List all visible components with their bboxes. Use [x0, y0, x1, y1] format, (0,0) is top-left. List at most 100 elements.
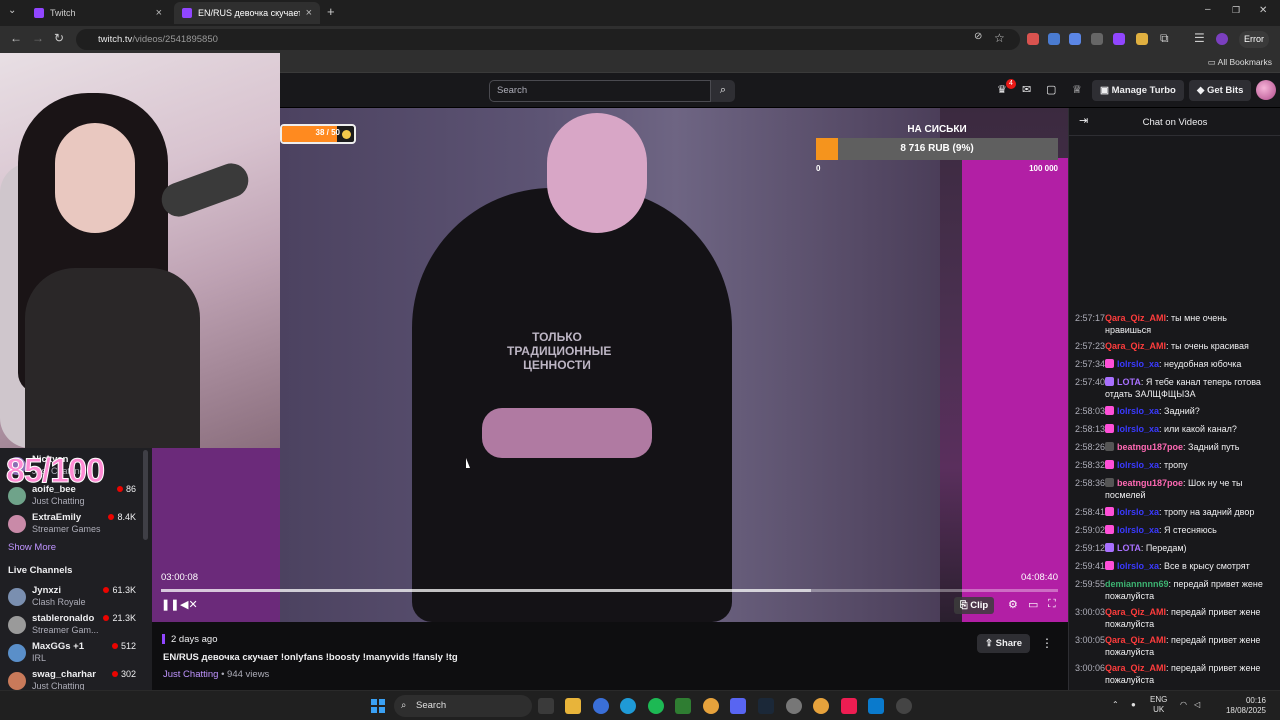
- chat-timestamp[interactable]: 2:57:17: [1075, 312, 1105, 324]
- reading-list-icon[interactable]: ☰: [1194, 31, 1205, 45]
- chat-username[interactable]: lolrslo_xa: [1117, 507, 1159, 517]
- pause-icon[interactable]: ❚❚: [161, 598, 179, 611]
- tracking-off-icon[interactable]: ⊘: [974, 31, 982, 42]
- whispers-icon[interactable]: ▢: [1046, 83, 1056, 96]
- chat-username[interactable]: Qara_Qiz_AMI: [1105, 313, 1166, 323]
- task-view-icon[interactable]: [538, 698, 554, 714]
- chrome-icon[interactable]: [813, 698, 829, 714]
- xbox-icon[interactable]: [675, 698, 691, 714]
- chat-timestamp[interactable]: 3:00:03: [1075, 606, 1105, 618]
- steam-icon[interactable]: [758, 698, 774, 714]
- chat-username[interactable]: lolrslo_xa: [1117, 359, 1159, 369]
- extension-icon[interactable]: [1069, 33, 1081, 45]
- chat-username[interactable]: Qara_Qiz_AMI: [1105, 635, 1166, 645]
- chat-username[interactable]: beatngu187poe: [1117, 478, 1183, 488]
- share-button[interactable]: ⇪ Share: [977, 634, 1031, 653]
- chat-username[interactable]: lolrslo_xa: [1117, 525, 1159, 535]
- chat-timestamp[interactable]: 2:58:36: [1075, 477, 1105, 489]
- user-avatar[interactable]: [1256, 80, 1276, 100]
- all-bookmarks-link[interactable]: ▭ All Bookmarks: [1208, 57, 1272, 68]
- tab-vod[interactable]: EN/RUS девочка скучает !onlyf ×: [174, 2, 320, 24]
- media-player-icon[interactable]: [896, 698, 912, 714]
- system-clock[interactable]: 00:16 18/08/2025: [1216, 696, 1266, 716]
- sidebar-channel-stableronaldo[interactable]: stableronaldo Streamer Gam... 21.3K: [8, 613, 148, 639]
- extension-icon[interactable]: [1027, 33, 1039, 45]
- chat-timestamp[interactable]: 2:57:40: [1075, 376, 1105, 388]
- reload-icon[interactable]: ↻: [54, 31, 64, 45]
- wifi-icon[interactable]: ◠: [1180, 700, 1187, 710]
- chat-username[interactable]: lolrslo_xa: [1117, 406, 1159, 416]
- microphone-tray-icon[interactable]: ●: [1131, 700, 1136, 710]
- close-window-button[interactable]: ✕: [1259, 5, 1267, 16]
- inbox-icon[interactable]: ✉: [1022, 83, 1031, 96]
- chat-timestamp[interactable]: 2:59:41: [1075, 560, 1105, 572]
- ccleaner-icon[interactable]: [593, 698, 609, 714]
- tab-twitch[interactable]: Twitch ×: [26, 2, 170, 24]
- seek-bar[interactable]: [161, 589, 1058, 592]
- tiktok-icon[interactable]: [841, 698, 857, 714]
- chat-username[interactable]: beatngu187poe: [1117, 442, 1183, 452]
- chat-username[interactable]: lolrslo_xa: [1117, 424, 1159, 434]
- chat-timestamp[interactable]: 2:59:12: [1075, 542, 1105, 554]
- extension-icon[interactable]: [1091, 33, 1103, 45]
- chat-username[interactable]: Qara_Qiz_AMI: [1105, 663, 1166, 673]
- fullscreen-icon[interactable]: ⛶: [1048, 598, 1056, 611]
- chat-timestamp[interactable]: 2:57:34: [1075, 358, 1105, 370]
- extension-icon[interactable]: [1136, 33, 1148, 45]
- sidebar-channel-jynxzi[interactable]: Jynxzi Clash Royale 61.3K: [8, 585, 148, 611]
- chat-timestamp[interactable]: 2:58:26: [1075, 441, 1105, 453]
- search-input[interactable]: Search: [489, 80, 711, 102]
- tab-close-icon[interactable]: ×: [306, 7, 312, 19]
- search-icon[interactable]: ⌕: [711, 80, 735, 102]
- chat-timestamp[interactable]: 2:59:02: [1075, 524, 1105, 536]
- volume-mute-icon[interactable]: ◀✕: [180, 598, 198, 611]
- chat-timestamp[interactable]: 3:00:05: [1075, 634, 1105, 646]
- chat-username[interactable]: lolrslo_xa: [1117, 561, 1159, 571]
- chat-timestamp[interactable]: 2:58:41: [1075, 506, 1105, 518]
- discord-icon[interactable]: [730, 698, 746, 714]
- chat-username[interactable]: Qara_Qiz_AMI: [1105, 607, 1166, 617]
- video-player[interactable]: ТОЛЬКО ТРАДИЦИОННЫЕ ЦЕННОСТИ 38 / 50 НА …: [152, 108, 1068, 622]
- chat-username[interactable]: LOTA: [1117, 543, 1141, 553]
- language-indicator[interactable]: ENG UK: [1150, 695, 1167, 715]
- url-bar[interactable]: twitch.tv/videos/2541895850: [76, 29, 1020, 50]
- clip-button[interactable]: ⎘ Clip: [954, 597, 995, 614]
- minimize-button[interactable]: –: [1205, 4, 1211, 15]
- extensions-puzzle-icon[interactable]: ⧉: [1160, 31, 1169, 46]
- extension-icon[interactable]: [1113, 33, 1125, 45]
- vscode-icon[interactable]: [868, 698, 884, 714]
- tab-search-chevron-icon[interactable]: ⌄: [8, 5, 16, 16]
- volume-icon[interactable]: ◁: [1194, 700, 1200, 710]
- settings-gear-icon[interactable]: ⚙: [1008, 598, 1018, 611]
- crown-icon[interactable]: ♕: [1072, 83, 1082, 96]
- manage-turbo-button[interactable]: ▣ Manage Turbo: [1092, 80, 1184, 101]
- windows-start-icon[interactable]: [371, 699, 385, 713]
- back-icon[interactable]: ←: [10, 31, 22, 45]
- spotify-icon[interactable]: [648, 698, 664, 714]
- sidebar-channel-maxggs[interactable]: MaxGGs +1 IRL 512: [8, 641, 148, 667]
- category-link[interactable]: Just Chatting: [163, 669, 218, 680]
- extension-icon[interactable]: [1048, 33, 1060, 45]
- sidebar-scrollbar[interactable]: [143, 450, 148, 540]
- chat-timestamp[interactable]: 2:58:03: [1075, 405, 1105, 417]
- maximize-button[interactable]: ❐: [1232, 5, 1240, 16]
- chat-timestamp[interactable]: 2:58:13: [1075, 423, 1105, 435]
- chat-username[interactable]: demiannnnn69: [1105, 579, 1169, 589]
- bookmark-star-icon[interactable]: ☆: [994, 31, 1005, 45]
- chat-timestamp[interactable]: 2:57:23: [1075, 340, 1105, 352]
- browser-error-button[interactable]: Error: [1239, 31, 1269, 48]
- sidebar-channel-extraemily[interactable]: ExtraEmily Streamer Games 8.4K: [8, 512, 148, 538]
- taskbar-search[interactable]: ⌕ Search: [394, 695, 532, 717]
- get-bits-button[interactable]: ◆ Get Bits: [1189, 80, 1252, 101]
- profile-avatar-icon[interactable]: [1216, 33, 1228, 45]
- chat-timestamp[interactable]: 2:58:32: [1075, 459, 1105, 471]
- chat-username[interactable]: lolrslo_xa: [1117, 460, 1159, 470]
- tab-close-icon[interactable]: ×: [156, 7, 162, 19]
- chat-username[interactable]: Qara_Qiz_AMI: [1105, 341, 1166, 351]
- edge-icon[interactable]: [620, 698, 636, 714]
- chat-timestamp[interactable]: 3:00:06: [1075, 662, 1105, 674]
- show-more-link[interactable]: Show More: [8, 542, 56, 553]
- tray-chevron-icon[interactable]: ⌃: [1112, 700, 1119, 710]
- chat-timestamp[interactable]: 2:59:55: [1075, 578, 1105, 590]
- theatre-mode-icon[interactable]: ▭: [1028, 598, 1038, 611]
